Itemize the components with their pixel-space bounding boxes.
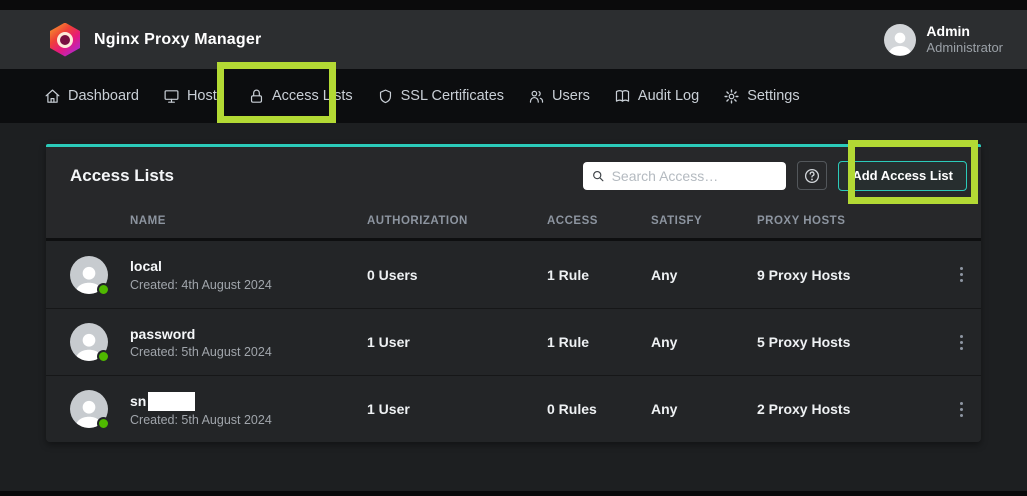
access-list-name: password — [130, 325, 272, 343]
avatar — [70, 323, 108, 361]
panel-header: Access Lists Add Access List — [46, 147, 981, 204]
table-row[interactable]: password Created: 5th August 2024 1 User… — [46, 308, 981, 375]
page-title: Access Lists — [70, 166, 174, 186]
nav-label: Dashboard — [68, 88, 139, 104]
column-header-access: ACCESS — [547, 215, 651, 227]
user-name: Admin — [926, 23, 1003, 41]
nav-item-users[interactable]: Users — [528, 88, 590, 105]
user-avatar — [884, 24, 916, 56]
app-header: Nginx Proxy Manager Admin Administrator — [0, 10, 1027, 69]
add-access-list-button[interactable]: Add Access List — [838, 161, 967, 191]
column-header-satisfy: SATISFY — [651, 215, 757, 227]
user-menu[interactable]: Admin Administrator — [884, 23, 1003, 57]
monitor-icon — [163, 88, 180, 105]
row-menu-icon[interactable] — [956, 263, 967, 286]
status-dot — [97, 283, 110, 296]
nav-label: Settings — [747, 88, 799, 104]
authorization-value: 0 Users — [367, 267, 547, 283]
avatar — [70, 390, 108, 428]
satisfy-value: Any — [651, 401, 757, 417]
nav-label: Users — [552, 88, 590, 104]
lock-icon — [248, 88, 265, 105]
avatar — [70, 256, 108, 294]
nav-item-settings[interactable]: Settings — [723, 88, 799, 105]
authorization-value: 1 User — [367, 334, 547, 350]
access-lists-panel: Access Lists Add Access List NAME AUTHOR… — [46, 144, 981, 442]
created-date: Created: 5th August 2024 — [130, 413, 272, 427]
satisfy-value: Any — [651, 267, 757, 283]
nav-item-access-lists[interactable]: Access Lists — [248, 88, 353, 105]
shield-icon — [377, 88, 394, 105]
search-input[interactable] — [612, 168, 779, 184]
column-header-authorization: AUTHORIZATION — [367, 215, 547, 227]
row-menu-icon[interactable] — [956, 398, 967, 421]
authorization-value: 1 User — [367, 401, 547, 417]
nav-item-hosts[interactable]: Hosts — [163, 88, 224, 105]
main-content: Access Lists Add Access List NAME AUTHOR… — [0, 123, 1027, 442]
access-value: 1 Rule — [547, 267, 651, 283]
help-circle-icon — [803, 167, 821, 185]
nav-label: Hosts — [187, 88, 224, 104]
window-bottom-edge — [0, 491, 1027, 496]
status-dot — [97, 417, 110, 430]
row-menu-icon[interactable] — [956, 331, 967, 354]
nav-item-dashboard[interactable]: Dashboard — [44, 88, 139, 105]
access-value: 1 Rule — [547, 334, 651, 350]
table-row[interactable]: local Created: 4th August 2024 0 Users 1… — [46, 241, 981, 308]
help-button[interactable] — [797, 161, 827, 190]
created-date: Created: 5th August 2024 — [130, 345, 272, 359]
person-icon — [884, 26, 916, 56]
access-list-name: local — [130, 257, 272, 275]
nav-item-audit-log[interactable]: Audit Log — [614, 88, 699, 105]
created-date: Created: 4th August 2024 — [130, 278, 272, 292]
access-value: 0 Rules — [547, 401, 651, 417]
nav-label: Audit Log — [638, 88, 699, 104]
satisfy-value: Any — [651, 334, 757, 350]
book-icon — [614, 88, 631, 105]
proxy-hosts-value: 5 Proxy Hosts — [757, 334, 948, 350]
app-title: Nginx Proxy Manager — [94, 31, 261, 49]
status-dot — [97, 350, 110, 363]
nav-label: Access Lists — [272, 88, 353, 104]
nav-item-ssl-certificates[interactable]: SSL Certificates — [377, 88, 504, 105]
nav-label: SSL Certificates — [401, 88, 504, 104]
redaction-box — [148, 392, 195, 411]
user-role: Administrator — [926, 40, 1003, 56]
access-list-name: sn — [130, 392, 146, 410]
table-header-row: NAME AUTHORIZATION ACCESS SATISFY PROXY … — [46, 204, 981, 241]
search-box[interactable] — [583, 162, 786, 190]
users-icon — [528, 88, 545, 105]
search-icon — [591, 168, 605, 184]
app-logo-icon — [50, 23, 80, 57]
column-header-proxy-hosts: PROXY HOSTS — [757, 215, 948, 227]
proxy-hosts-value: 2 Proxy Hosts — [757, 401, 948, 417]
home-icon — [44, 88, 61, 105]
window-top-edge — [0, 0, 1027, 10]
gear-icon — [723, 88, 740, 105]
main-nav: Dashboard Hosts Access Lists SSL Certifi… — [0, 69, 1027, 123]
proxy-hosts-value: 9 Proxy Hosts — [757, 267, 948, 283]
column-header-name: NAME — [46, 215, 367, 227]
table-row[interactable]: sn Created: 5th August 2024 1 User 0 Rul… — [46, 375, 981, 442]
